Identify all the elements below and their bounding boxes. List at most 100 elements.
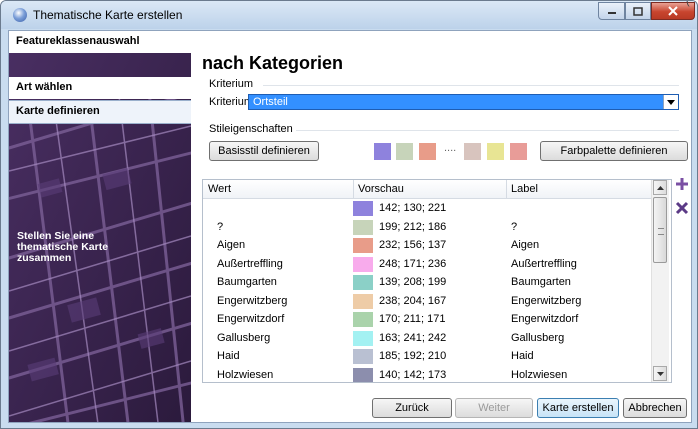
cell-label: Holzwiesen [511, 368, 568, 381]
table-row[interactable]: 142; 130; 221 [203, 200, 651, 218]
cell-label: Haid [511, 350, 534, 362]
color-preview-swatch[interactable] [353, 256, 373, 272]
cell-label: Gallusberg [511, 331, 565, 344]
create-map-button[interactable]: Karte erstellen [537, 398, 619, 418]
cell-wert: Holzwiesen [217, 368, 274, 381]
color-preview-swatch[interactable] [353, 330, 373, 346]
back-button[interactable]: Zurück [372, 398, 452, 418]
cell-vorschau: 199; 212; 186 [379, 220, 447, 233]
vertical-scrollbar[interactable] [651, 180, 669, 382]
dialog-client: Featureklassenauswahl Art wählen Karte d… [8, 30, 692, 423]
table-row[interactable]: Engerwitzdorf 170; 211; 171 Engerwitzdorf [203, 311, 651, 329]
nav-item-featureklassenauswahl[interactable]: Featureklassenauswahl [9, 31, 191, 53]
plus-icon[interactable] [675, 177, 689, 191]
dialog-window: Thematische Karte erstellen (Featurekla… [0, 0, 698, 429]
cell-vorschau: 140; 142; 173 [379, 368, 447, 381]
palette-swatch [487, 143, 504, 160]
cell-vorschau: 170; 211; 171 [379, 313, 446, 325]
cell-vorschau: 248; 171; 236 [379, 257, 447, 270]
nav-item-label: Featureklassenauswahl [16, 35, 140, 47]
nav-item-label: Art wählen [16, 81, 73, 93]
stil-group-label: Stileigenschaften [209, 123, 293, 135]
palette-swatch [419, 143, 436, 160]
color-preview-swatch[interactable] [353, 238, 373, 253]
close-icon [668, 6, 678, 16]
cell-wert: Engerwitzberg [217, 294, 288, 307]
cell-wert: Gallusberg [217, 331, 271, 344]
color-preview-swatch[interactable] [353, 367, 373, 382]
maximize-button[interactable] [625, 2, 651, 20]
palette-ellipsis: .... [444, 142, 457, 154]
cell-label: Engerwitzdorf [511, 313, 579, 325]
column-header-vorschau[interactable]: Vorschau [358, 183, 404, 195]
kriterium-value: Ortsteil [253, 96, 288, 108]
chevron-down-icon [667, 99, 675, 105]
cell-wert: Außertreffling [217, 257, 283, 270]
cell-wert: Baumgarten [217, 276, 277, 288]
app-icon [13, 8, 27, 22]
cell-label: Baumgarten [511, 276, 571, 288]
maximize-icon [633, 6, 643, 16]
color-preview-swatch[interactable] [353, 312, 373, 327]
table-row[interactable]: Baumgarten 139; 208; 199 Baumgarten [203, 274, 651, 292]
dropdown-arrow[interactable] [663, 95, 678, 109]
cell-label: Engerwitzberg [511, 294, 582, 307]
bracket-glyph: ( [686, 0, 690, 7]
nav-item-art-waehlen[interactable]: Art wählen [9, 77, 191, 99]
table-row[interactable]: Aigen 232; 156; 137 Aigen [203, 237, 651, 255]
next-button[interactable]: Weiter [455, 398, 533, 418]
cell-vorschau: 139; 208; 199 [379, 276, 447, 288]
table-row[interactable]: Engerwitzberg 238; 204; 167 Engerwitzberg [203, 293, 651, 311]
cross-icon[interactable] [675, 201, 689, 215]
cell-wert: ? [217, 220, 224, 233]
cell-vorschau: 142; 130; 221 [379, 202, 447, 214]
palette-swatch [396, 143, 413, 160]
arrow-up-icon [656, 185, 664, 190]
minimize-button[interactable] [598, 2, 625, 20]
minimize-icon [607, 12, 616, 14]
cell-wert: Engerwitzdorf [217, 313, 285, 325]
table-row[interactable]: Außertreffling 248; 171; 236 Außertrefflin… [203, 256, 651, 274]
cancel-button[interactable]: Abbrechen [623, 398, 687, 418]
table-row[interactable]: Gallusberg 163; 241; 242 Gallusberg [203, 330, 651, 348]
basisstil-button[interactable]: Basisstil definieren [209, 141, 319, 161]
kriterium-group-label: Kriterium [209, 78, 254, 90]
palette-swatch [374, 143, 391, 160]
scroll-down-button[interactable] [653, 366, 667, 381]
color-preview-swatch[interactable] [353, 349, 373, 364]
title-bar[interactable]: Thematische Karte erstellen [1, 1, 697, 29]
cell-vorschau: 163; 241; 242 [379, 331, 447, 344]
main-panel: nach Kategorien Kriterium Kriterium: Ort… [191, 31, 691, 422]
cell-label: ? [511, 220, 518, 233]
scroll-thumb[interactable] [653, 197, 667, 263]
table-row[interactable]: ? 199; 212; 186? [203, 219, 651, 237]
cell-wert: Haid [217, 350, 240, 362]
kriterium-select[interactable]: Ortsteil [248, 94, 679, 110]
color-preview-swatch[interactable] [353, 201, 373, 216]
cell-wert: Aigen [217, 239, 246, 251]
group-divider [263, 85, 679, 86]
color-preview-swatch[interactable] [353, 219, 373, 235]
table-row[interactable]: Holzwiesen 140; 142; 173 Holzwiesen [203, 367, 651, 382]
nav-item-karte-definieren[interactable]: Karte definieren [9, 100, 191, 124]
palette-swatch [510, 143, 527, 160]
column-header-wert[interactable]: Wert [208, 183, 231, 195]
column-header-label[interactable]: Label [511, 183, 538, 195]
sidebar-hint: Stellen Sie eine thematische Karte zusam… [17, 230, 109, 264]
column-divider[interactable] [506, 180, 507, 198]
cell-vorschau: 238; 204; 167 [379, 294, 447, 307]
category-table: Wert Vorschau Label 142; 130; 221? 199; 2… [202, 179, 672, 383]
cell-label: Außertreffling [511, 257, 577, 270]
arrow-down-icon [656, 371, 664, 376]
table-header: Wert Vorschau Label [203, 180, 651, 199]
farbpalette-button[interactable]: Farbpalette definieren [540, 141, 688, 161]
table-row[interactable]: Haid 185; 192; 210 Haid [203, 348, 651, 366]
nav-item-label: Karte definieren [16, 105, 100, 117]
scroll-up-button[interactable] [653, 180, 667, 195]
palette-swatch [464, 143, 481, 160]
column-divider[interactable] [353, 180, 354, 198]
color-preview-swatch[interactable] [353, 293, 373, 309]
color-preview-swatch[interactable] [353, 275, 373, 290]
page-title: nach Kategorien [202, 53, 344, 73]
grip-icon [658, 228, 664, 235]
